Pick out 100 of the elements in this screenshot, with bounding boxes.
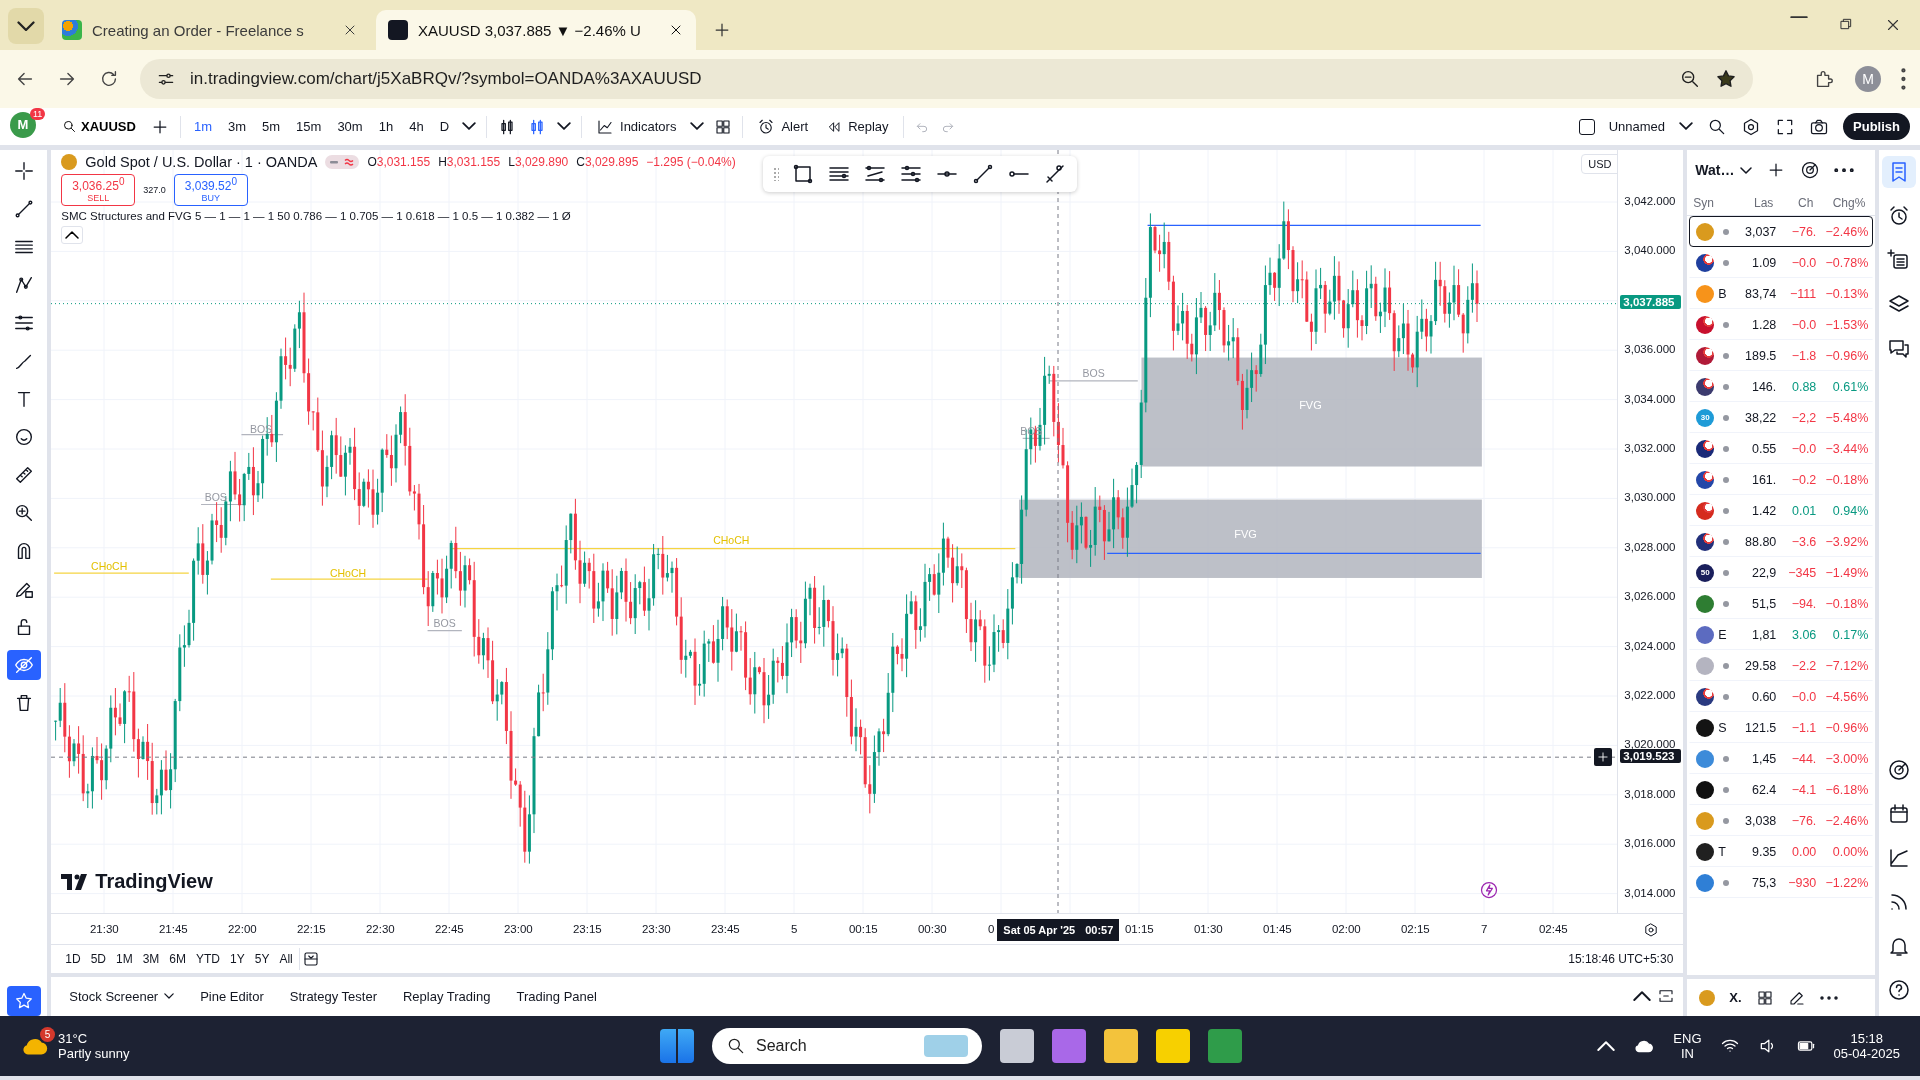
interval-button[interactable]: 3m <box>224 115 250 138</box>
language-text[interactable]: ENG <box>1673 1031 1702 1046</box>
region-text[interactable]: IN <box>1680 1046 1694 1061</box>
interval-button[interactable]: 30m <box>334 115 366 138</box>
watchlist-row[interactable]: 1.09 −0.0 −0.78% <box>1689 247 1873 278</box>
ohlc-label: H <box>438 155 447 169</box>
browser-tab[interactable]: XAUUSD 3,037.885 ▼ −2.46% U <box>376 10 696 50</box>
percent-change: −1.49% <box>1824 565 1869 580</box>
interval-button[interactable]: 1m <box>190 115 215 138</box>
interval-button[interactable]: 15m <box>293 115 325 138</box>
clock-time[interactable]: 15:18 <box>1850 1031 1883 1046</box>
price-label: 3,026.000 <box>1624 590 1676 603</box>
range-button[interactable]: 3M <box>138 948 164 969</box>
panel-tab[interactable]: Stock Screener <box>59 984 185 1008</box>
price-label: 3,022.000 <box>1624 689 1676 701</box>
column-header[interactable]: Ch <box>1773 195 1814 210</box>
symbol-details[interactable]: X. <box>1729 990 1742 1005</box>
sell-button[interactable]: 3,036.25$^{0}$ SELL <box>61 174 136 206</box>
last-price: 29.58 <box>1744 658 1777 673</box>
bos-label: BOS <box>204 491 228 504</box>
last-price: 121.5 <box>1744 720 1777 735</box>
time-label: 23:45 <box>710 923 740 935</box>
watchlist-row[interactable]: S 121.5 −1.1 −0.96% <box>1689 712 1873 743</box>
bos-label: BOS <box>1082 367 1106 380</box>
last-price: 161. <box>1750 472 1777 487</box>
panel-tab[interactable]: Replay Trading <box>393 984 501 1008</box>
column-header[interactable]: Las <box>1731 195 1774 210</box>
time-label: 22:15 <box>296 923 326 935</box>
choch-label: CHoCH <box>330 567 367 580</box>
url-text: in.tradingview.com/chart/j5XaBRQv/?symbol=OANDA%3AXAUUSD <box>190 69 703 89</box>
crosshair-time: 00:57 <box>1085 924 1114 936</box>
last-price: 1,81 <box>1750 627 1777 642</box>
range-button[interactable]: 5D <box>86 948 110 969</box>
clock-date[interactable]: 05-04-2025 <box>1833 1046 1900 1061</box>
watchlist-row[interactable]: 75,3 −930 −1.22% <box>1689 867 1873 898</box>
watchlist-row[interactable]: 161. −0.2 −0.18% <box>1689 464 1873 495</box>
watchlist-row[interactable]: 146. 0.88 0.61% <box>1689 371 1873 402</box>
replay-button[interactable]: Replay <box>822 114 893 139</box>
watchlist-row[interactable]: 3,037 −76. −2.46% <box>1689 216 1873 247</box>
percent-change: −2.46% <box>1824 813 1869 828</box>
price-change: 3.06 <box>1790 627 1817 642</box>
price-label: 3,032.000 <box>1624 442 1676 454</box>
layout-name[interactable]: Unnamed <box>1608 119 1666 134</box>
panel-tab[interactable]: Trading Panel <box>506 984 607 1008</box>
interval-button[interactable]: 1h <box>375 115 397 138</box>
ohlc-value: 3,029.895 <box>584 155 639 169</box>
watchlist-row[interactable]: 51,5 −94. −0.18% <box>1689 588 1873 619</box>
indicators-button[interactable]: Indicators <box>592 113 681 140</box>
range-button[interactable]: 1Y <box>226 948 249 969</box>
taskbar-search[interactable]: Search <box>712 1028 982 1064</box>
column-header[interactable]: Chg% <box>1813 195 1866 210</box>
time-label: 02:15 <box>1400 923 1430 935</box>
currency-dropdown[interactable]: USD <box>1581 154 1618 174</box>
watchlist-row[interactable]: 88.80 −3.6 −3.92% <box>1689 526 1873 557</box>
range-button[interactable]: 6M <box>165 948 190 969</box>
price-change: −930 <box>1787 875 1817 890</box>
range-button[interactable]: YTD <box>192 948 224 969</box>
percent-change: −0.96% <box>1824 720 1869 735</box>
watchlist-row[interactable]: 30 38,22 −2,2 −5.48% <box>1689 402 1873 433</box>
watchlist-title[interactable]: Wat… <box>1695 162 1753 178</box>
last-price: 75,3 <box>1750 875 1777 890</box>
price-label: 3,014.000 <box>1624 886 1676 899</box>
price-change: −94. <box>1790 596 1817 611</box>
watchlist-row[interactable]: B 83,74 −111 −0.13% <box>1689 278 1873 309</box>
range-button[interactable]: All <box>275 948 297 969</box>
alert-button[interactable]: Alert <box>753 113 813 140</box>
interval-button[interactable]: D <box>436 115 452 138</box>
column-header[interactable]: Syn <box>1693 195 1732 210</box>
symbol-search[interactable]: XAUUSD <box>58 115 140 138</box>
ticker-text: S <box>1718 720 1727 735</box>
range-button[interactable]: 1M <box>112 948 137 969</box>
watchlist-row[interactable]: 1,45 −44. −3.00% <box>1689 743 1873 774</box>
panel-tab[interactable]: Pine Editor <box>190 984 274 1008</box>
range-button[interactable]: 5Y <box>250 948 274 969</box>
watchlist-row[interactable]: 1.42 0.01 0.94% <box>1689 495 1873 526</box>
interval-button[interactable]: 4h <box>406 115 427 138</box>
fvg-label: FVG <box>1234 527 1258 540</box>
watchlist-row[interactable]: 0.55 −0.0 −3.44% <box>1689 433 1873 464</box>
percent-change: −1.53% <box>1824 317 1869 332</box>
percent-change: −3.00% <box>1824 751 1869 766</box>
interval-button[interactable]: 5m <box>259 115 284 138</box>
watchlist-row[interactable]: 0.60 −0.0 −4.56% <box>1689 681 1873 712</box>
watchlist-row[interactable]: 1.28 −0.0 −1.53% <box>1689 309 1873 340</box>
browser-tab[interactable]: Creating an Order - Freelance s <box>50 10 370 50</box>
price-change: −4.1 <box>1790 782 1817 797</box>
watchlist-row[interactable]: 29.58 −2.2 −7.12% <box>1689 650 1873 681</box>
ohlc-value: 3,031.155 <box>376 155 431 169</box>
time-label: 01:15 <box>1124 923 1154 935</box>
watchlist-row[interactable]: 189.5 −1.8 −0.96% <box>1689 340 1873 371</box>
choch-label: CHoCH <box>713 534 750 546</box>
range-button[interactable]: 1D <box>61 948 85 969</box>
watchlist-row[interactable]: T 9.35 0.00 0.00% <box>1689 836 1873 867</box>
buy-button[interactable]: 3,039.52$^{0}$ BUY <box>173 174 248 206</box>
watchlist-row[interactable]: 3,038 −76. −2.46% <box>1689 805 1873 836</box>
publish-button[interactable]: Publish <box>1843 113 1910 140</box>
watchlist-row[interactable]: 62.4 −4.1 −6.18% <box>1689 774 1873 805</box>
watchlist-row[interactable]: 50 22,9 −345 −1.49% <box>1689 557 1873 588</box>
address-bar[interactable]: in.tradingview.com/chart/j5XaBRQv/?symbol=OANDA%3AXAUUSD <box>140 59 1754 99</box>
panel-tab[interactable]: Strategy Tester <box>279 984 387 1008</box>
watchlist-row[interactable]: E 1,81 3.06 0.17% <box>1689 619 1873 650</box>
